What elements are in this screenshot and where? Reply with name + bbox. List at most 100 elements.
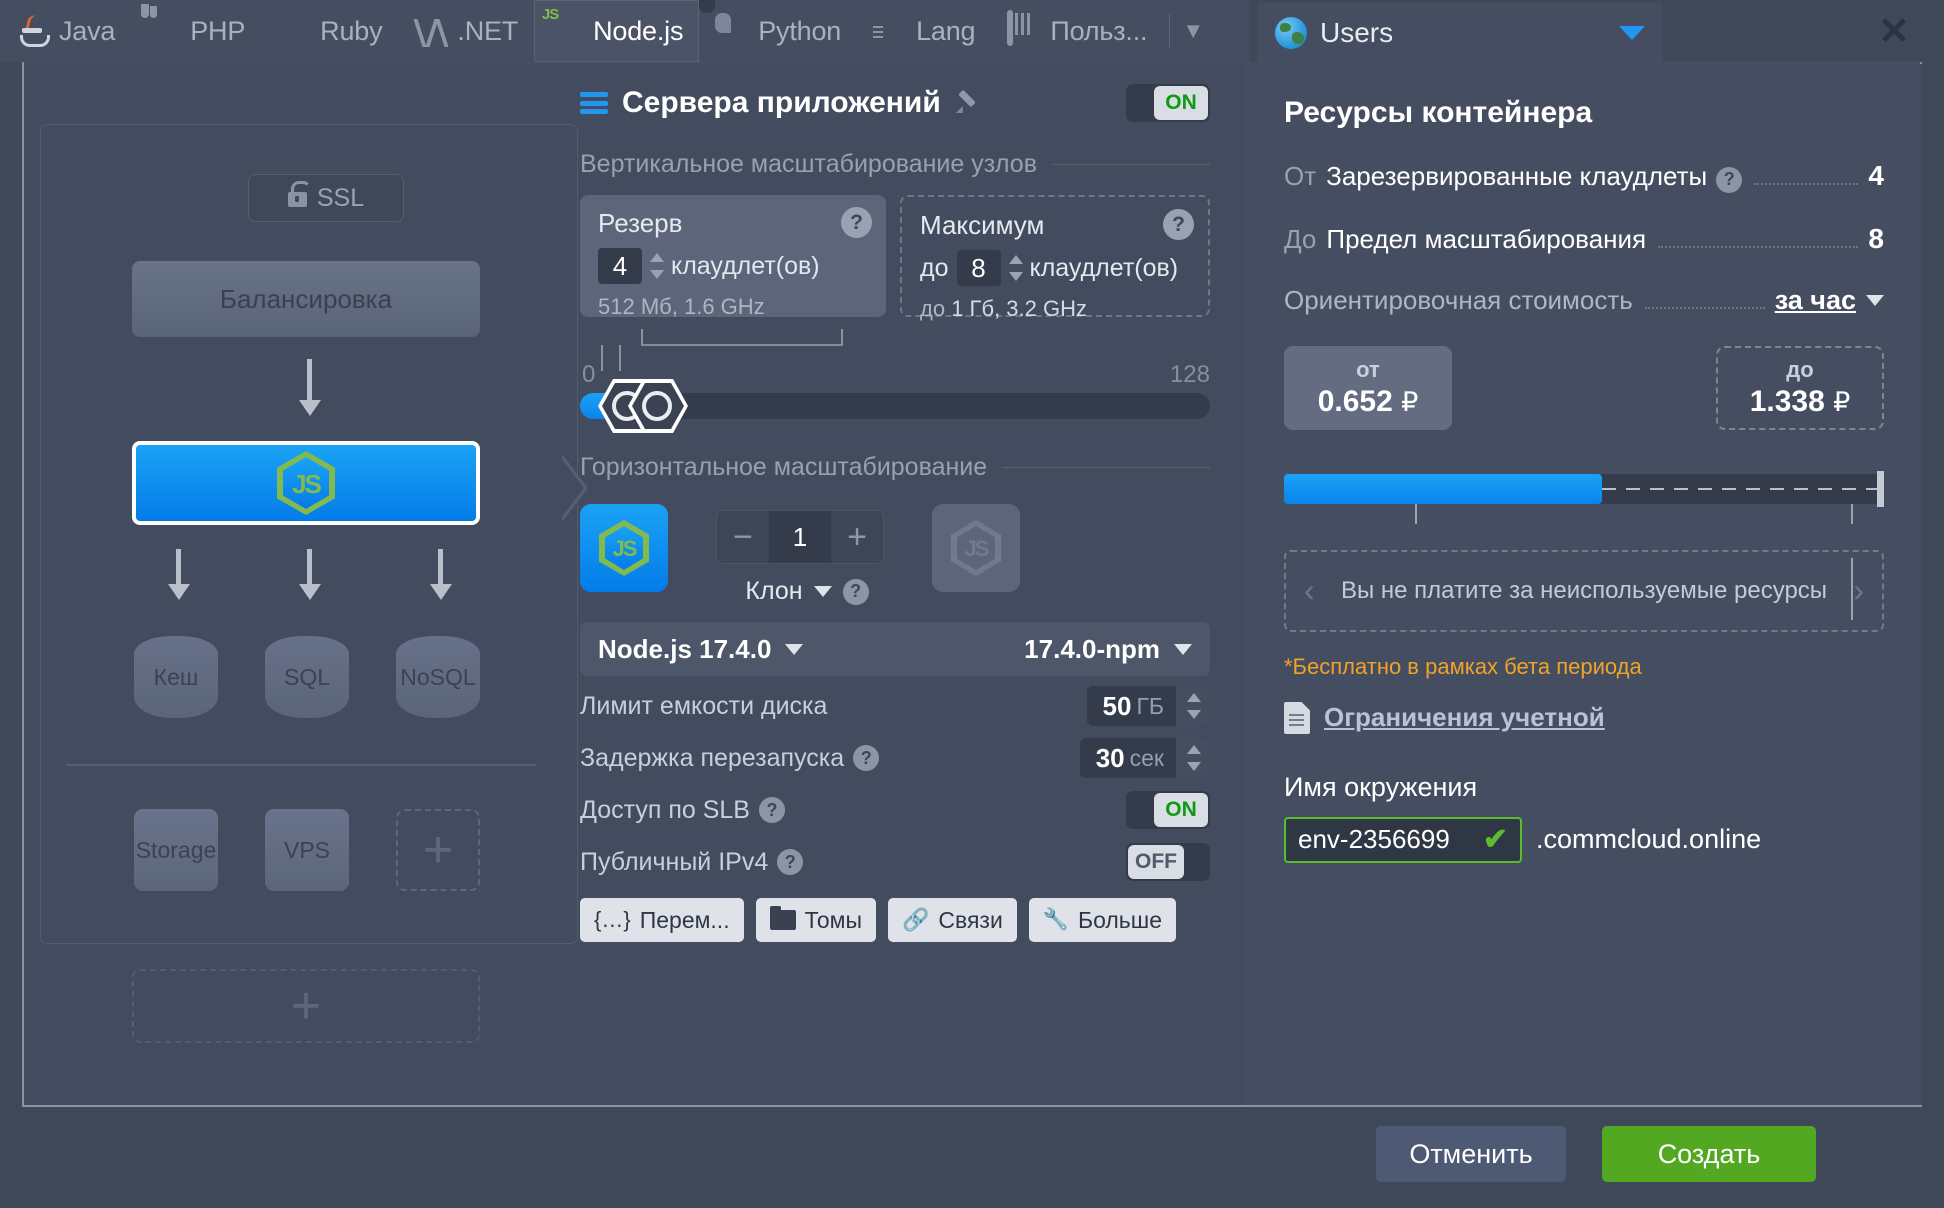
python-icon: [715, 13, 749, 49]
flow-arrow-icon: [168, 584, 190, 600]
row-prefix: От: [1284, 161, 1316, 192]
section-rule: [1003, 467, 1210, 469]
estimate-period[interactable]: за час: [1775, 285, 1856, 316]
create-button[interactable]: Создать: [1602, 1126, 1816, 1182]
ipv4-toggle[interactable]: OFF: [1126, 843, 1210, 881]
add-layer-button[interactable]: +: [132, 969, 480, 1043]
package-selector[interactable]: 17.4.0-npm: [1024, 634, 1192, 665]
button-label: Томы: [805, 907, 862, 934]
engine-selector[interactable]: Node.js 17.4.0: [598, 634, 803, 665]
node-vps[interactable]: VPS: [265, 809, 349, 891]
go-lang-icon: [873, 21, 907, 47]
flow-stem: [176, 549, 181, 587]
node-count-stepper[interactable]: − 1 +: [716, 510, 884, 564]
flow-stem: [438, 549, 443, 587]
tab-label: Python: [758, 16, 841, 47]
question-icon[interactable]: ?: [777, 849, 803, 875]
variables-button[interactable]: {…} Перем...: [580, 898, 744, 942]
caret-down-icon[interactable]: [1619, 26, 1645, 40]
node-count-value[interactable]: 1: [769, 511, 831, 563]
reserved-cloudlets-row: От Зарезервированные клаудлеты ? 4: [1284, 160, 1884, 193]
node-nosql[interactable]: NoSQL: [396, 636, 480, 718]
tab-dotnet[interactable]: .NET: [398, 0, 534, 62]
restart-delay-stepper[interactable]: 30 сек: [1080, 738, 1210, 778]
question-icon[interactable]: ?: [841, 207, 872, 238]
maximum-detail: до 1 Гб, 3.2 GHz: [920, 296, 1190, 322]
decrement-button[interactable]: −: [717, 511, 769, 563]
more-button[interactable]: 🔧 Больше: [1029, 898, 1176, 942]
reserve-stepper[interactable]: [650, 251, 663, 281]
slb-toggle[interactable]: ON: [1126, 791, 1210, 829]
add-node-button[interactable]: +: [396, 809, 480, 891]
page-title: Сервера приложений: [622, 86, 941, 120]
button-label: Перем...: [640, 907, 730, 934]
slider-handle-maximum[interactable]: [628, 379, 688, 433]
links-button[interactable]: 🔗 Связи: [888, 898, 1017, 942]
node-primary-icon[interactable]: JS: [580, 504, 668, 592]
cancel-button[interactable]: Отменить: [1376, 1126, 1566, 1182]
custom-stack-icon: [1007, 13, 1041, 49]
plus-icon: +: [423, 832, 453, 868]
maximum-stepper[interactable]: [1009, 253, 1022, 283]
node-storage[interactable]: Storage: [134, 809, 218, 891]
stepper-arrows[interactable]: [1176, 686, 1210, 726]
tab-ruby[interactable]: Ruby: [261, 0, 398, 62]
node-label: NoSQL: [400, 664, 475, 691]
maximum-title: Максимум: [920, 210, 1190, 241]
maximum-card[interactable]: Максимум ? до 8 клаудлет(ов) до 1 Гб, 3.…: [900, 195, 1210, 317]
tab-python[interactable]: Python: [699, 0, 857, 62]
row-prefix: До: [1284, 224, 1316, 255]
caret-down-icon[interactable]: [814, 586, 832, 597]
close-icon[interactable]: ✕: [1872, 10, 1916, 54]
vertical-scaling-cards: Резерв ? 4 клаудлет(ов) 512 Мб, 1.6 GHz …: [580, 195, 1210, 317]
node-label: VPS: [284, 837, 330, 864]
chevron-down-icon[interactable]: ▼: [1176, 18, 1218, 44]
reserve-card[interactable]: Резерв ? 4 клаудлет(ов) 512 Мб, 1.6 GHz: [580, 195, 886, 317]
price-range-bar: [1284, 474, 1884, 510]
node-balancer[interactable]: Балансировка: [132, 261, 480, 337]
tab-php[interactable]: PHP: [131, 0, 261, 62]
tab-golang[interactable]: Lang: [857, 0, 991, 62]
account-limits-link[interactable]: Ограничения учетной: [1324, 702, 1605, 733]
variables-braces-icon: {…}: [594, 907, 631, 933]
tab-custom[interactable]: Польз...: [991, 0, 1163, 62]
question-icon[interactable]: ?: [1716, 167, 1742, 193]
disk-limit-stepper[interactable]: 50 ГБ: [1087, 686, 1210, 726]
question-icon[interactable]: ?: [843, 579, 869, 605]
question-icon[interactable]: ?: [1163, 209, 1194, 240]
caret-down-icon[interactable]: [785, 644, 803, 655]
maximum-value[interactable]: 8: [957, 250, 1001, 286]
question-icon[interactable]: ?: [853, 745, 879, 771]
cloudlet-slider[interactable]: 0 128: [580, 365, 1210, 429]
hamburger-icon[interactable]: [580, 92, 608, 114]
tab-nodejs[interactable]: JS Node.js: [534, 0, 699, 62]
horizontal-scaling-section-label: Горизонтальное масштабирование: [580, 453, 1210, 482]
ssl-chip[interactable]: SSL: [248, 174, 404, 222]
env-name-input[interactable]: env-2356699 ✔: [1284, 817, 1522, 863]
users-env-tab[interactable]: Users: [1257, 3, 1663, 63]
account-limits-row[interactable]: Ограничения учетной: [1284, 702, 1884, 734]
volumes-button[interactable]: Томы: [756, 898, 876, 942]
balancer-label: Балансировка: [220, 284, 392, 315]
node-app-server[interactable]: JS: [132, 441, 480, 525]
env-name-value: env-2356699: [1298, 824, 1450, 855]
increment-button[interactable]: +: [831, 511, 883, 563]
node-secondary-placeholder[interactable]: JS: [932, 504, 1020, 592]
slider-min-label: 0: [582, 361, 595, 389]
node-sql[interactable]: SQL: [265, 636, 349, 718]
scaling-mode-row[interactable]: Клон ?: [745, 577, 868, 606]
caret-down-icon[interactable]: [1174, 644, 1192, 655]
node-cache[interactable]: Кеш: [134, 636, 218, 718]
tab-label: Node.js: [593, 16, 683, 47]
leader-dots: [1658, 246, 1858, 248]
option-label: Лимит емкости диска: [580, 692, 827, 721]
tab-java[interactable]: Java: [0, 0, 131, 62]
pencil-icon[interactable]: [955, 92, 977, 114]
stepper-arrows[interactable]: [1176, 738, 1210, 778]
row-value: 8: [1868, 223, 1884, 255]
master-toggle[interactable]: ON: [1126, 84, 1210, 122]
option-label: Задержка перезапуска ?: [580, 744, 879, 773]
caret-down-icon[interactable]: [1866, 295, 1884, 306]
reserve-value[interactable]: 4: [598, 248, 642, 284]
question-icon[interactable]: ?: [759, 797, 785, 823]
